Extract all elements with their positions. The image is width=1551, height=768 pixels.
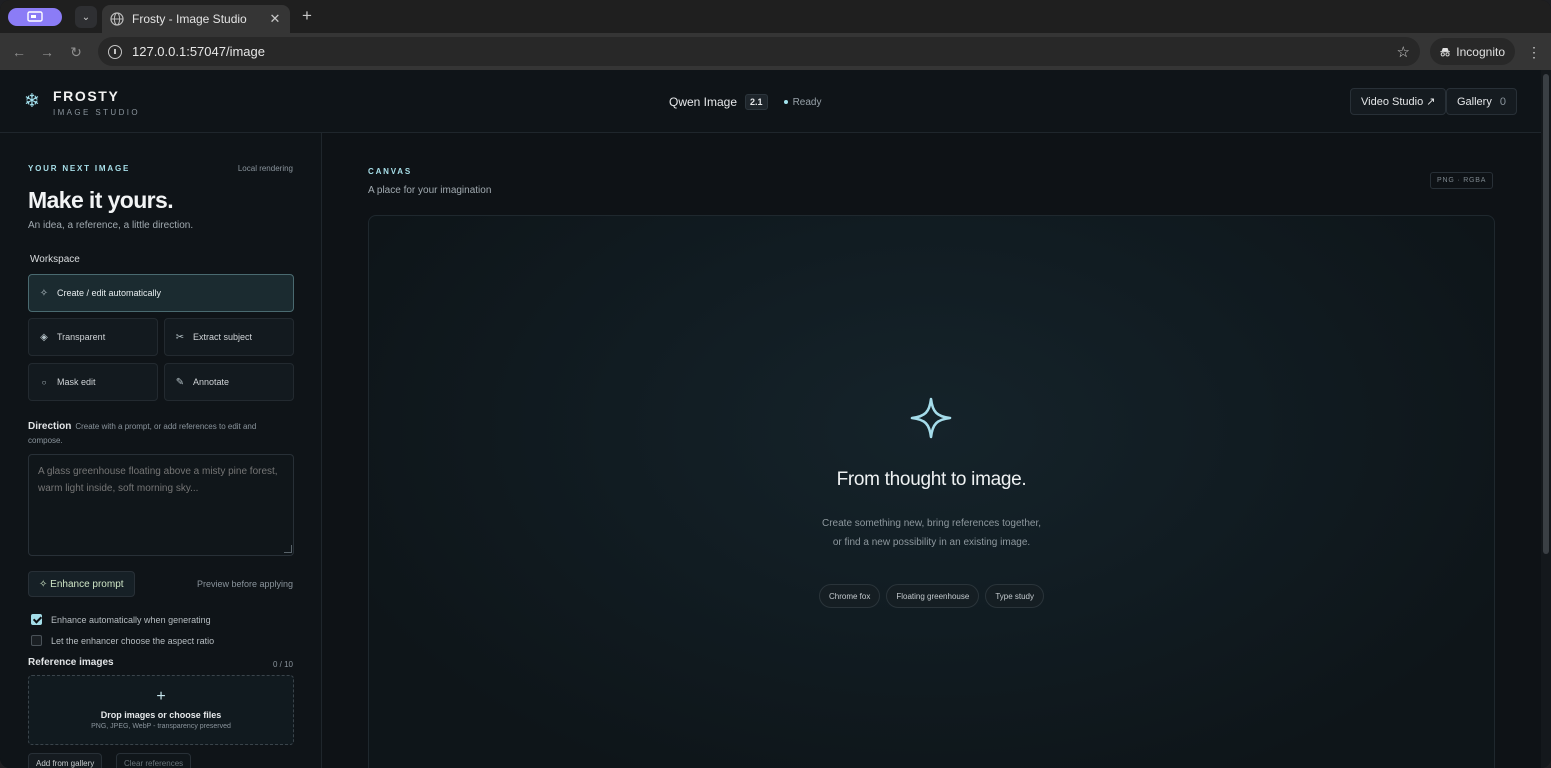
- sparkle-icon: ✧: [39, 287, 49, 299]
- workspace-annotate-button[interactable]: ✎ Annotate: [164, 363, 294, 401]
- canvas-description-line-1: Create something new, bring references t…: [821, 518, 1042, 529]
- tab-bar: ⌄ Frosty - Image Studio ✕ +: [0, 0, 1551, 33]
- url-field[interactable]: 127.0.0.1:57047/image ☆: [98, 37, 1420, 66]
- new-tab-button[interactable]: +: [298, 7, 316, 25]
- incognito-badge[interactable]: Incognito: [1430, 38, 1515, 65]
- forward-arrow-icon[interactable]: →: [37, 42, 57, 62]
- canvas-eyebrow: CANVAS: [368, 167, 412, 176]
- video-studio-button[interactable]: Video Studio ↗: [1350, 88, 1447, 115]
- hero-subtitle: An idea, a reference, a little direction…: [28, 220, 194, 231]
- incognito-label: Incognito: [1456, 44, 1505, 59]
- chip-chrome-fox[interactable]: Chrome fox: [819, 584, 881, 608]
- direction-section: Direction Create with a prompt, or add re…: [28, 420, 288, 448]
- reload-icon[interactable]: ↻: [66, 42, 86, 62]
- tab-title: Frosty - Image Studio: [132, 12, 247, 26]
- model-indicator: Qwen Image 2.1 Ready: [669, 94, 821, 110]
- clear-references-button[interactable]: Clear references: [116, 753, 192, 768]
- workspace-create-button[interactable]: ✧ Create / edit automatically: [28, 274, 294, 312]
- scissors-icon: ✂: [175, 331, 185, 343]
- brand-subtitle: IMAGE STUDIO: [53, 108, 141, 117]
- scrollbar-thumb[interactable]: [1543, 74, 1549, 554]
- workspace-create-label: Create / edit automatically: [57, 288, 162, 298]
- chip-floating-greenhouse[interactable]: Floating greenhouse: [886, 584, 980, 608]
- workspace-mask-button[interactable]: ○ Mask edit: [28, 363, 158, 401]
- reference-images-label: Reference images: [28, 657, 114, 668]
- reference-dropzone[interactable]: + Drop images or choose files PNG, JPEG,…: [28, 675, 294, 745]
- chevron-down-icon: ⌄: [81, 11, 91, 23]
- canvas-description-line-2: or find a new possibility in an existing…: [832, 537, 1031, 548]
- workspace-transparent-button[interactable]: ◈ Transparent: [28, 318, 158, 356]
- reference-count: 0 / 10: [272, 660, 293, 669]
- model-name: Qwen Image: [669, 95, 738, 109]
- circle-icon: ○: [41, 377, 47, 387]
- add-from-gallery-button[interactable]: Add from gallery: [28, 753, 103, 768]
- dropzone-title: Drop images or choose files: [100, 710, 222, 720]
- prompt-input[interactable]: [28, 454, 294, 556]
- pencil-icon: ✎: [175, 376, 185, 388]
- suggestion-chips: Chrome fox Floating greenhouse Type stud…: [369, 584, 1494, 608]
- gallery-count: 0: [1499, 95, 1506, 108]
- browser-menu-icon[interactable]: ⋮: [1527, 42, 1541, 62]
- workspace-extract-label: Extract subject: [193, 332, 253, 342]
- aspect-ratio-label: Let the enhancer choose the aspect ratio: [51, 635, 215, 646]
- sidebar-eyebrow: YOUR NEXT IMAGE: [28, 164, 131, 173]
- gallery-button[interactable]: Gallery 0: [1446, 88, 1517, 115]
- local-rendering-label: Local rendering: [237, 164, 293, 173]
- diamond-icon: ◈: [40, 331, 48, 343]
- workspace-extract-button[interactable]: ✂ Extract subject: [164, 318, 294, 356]
- sparkle-icon: [910, 397, 952, 439]
- incognito-icon: [1440, 47, 1450, 56]
- workspace-annotate-label: Annotate: [193, 377, 230, 387]
- resize-handle[interactable]: [284, 545, 292, 553]
- brand-name: FROSTY: [53, 88, 120, 104]
- canvas-title: From thought to image.: [836, 469, 1027, 490]
- dropzone-subtitle: PNG, JPEG, WebP - transparency preserved: [91, 723, 231, 730]
- sidebar: YOUR NEXT IMAGE Local rendering Make it …: [0, 133, 322, 768]
- profile-button[interactable]: [8, 8, 62, 26]
- video-studio-label: Video Studio ↗: [1361, 96, 1436, 108]
- plus-icon: +: [156, 688, 166, 705]
- enhance-auto-label: Enhance automatically when generating: [51, 614, 211, 625]
- globe-icon: [110, 12, 124, 26]
- enhance-prompt-button[interactable]: ✧ Enhance prompt: [28, 571, 135, 597]
- chip-type-study[interactable]: Type study: [985, 584, 1044, 608]
- browser-window: ⌄ Frosty - Image Studio ✕ + ← → ↻ 127.0.…: [0, 0, 1551, 768]
- preview-before-applying-toggle[interactable]: Preview before applying: [197, 579, 293, 589]
- aspect-ratio-checkbox[interactable]: [31, 635, 42, 646]
- app-header: ❄ FROSTY IMAGE STUDIO Qwen Image 2.1 Rea…: [0, 70, 1541, 133]
- canvas-subtitle: A place for your imagination: [368, 185, 492, 196]
- gallery-label: Gallery: [1457, 95, 1492, 108]
- aspect-ratio-option[interactable]: Let the enhancer choose the aspect ratio: [31, 635, 214, 646]
- snowflake-icon: ❄: [24, 91, 40, 112]
- hero-title: Make it yours.: [28, 187, 174, 213]
- profile-icon: [27, 11, 43, 22]
- tab-search-button[interactable]: ⌄: [75, 6, 97, 28]
- direction-title: Direction: [28, 421, 72, 432]
- format-badge: PNG · RGBA: [1430, 172, 1494, 189]
- site-info-icon[interactable]: [108, 44, 122, 59]
- address-bar: ← → ↻ 127.0.0.1:57047/image ☆ Incognito …: [0, 33, 1551, 70]
- app: ❄ FROSTY IMAGE STUDIO Qwen Image 2.1 Rea…: [0, 70, 1541, 768]
- workspace-mask-label: Mask edit: [57, 377, 96, 387]
- close-icon[interactable]: ✕: [268, 11, 282, 27]
- browser-tab[interactable]: Frosty - Image Studio ✕: [102, 5, 290, 33]
- enhance-auto-checkbox[interactable]: [31, 614, 42, 625]
- back-arrow-icon[interactable]: ←: [9, 42, 29, 62]
- bookmark-star-icon[interactable]: ☆: [1397, 43, 1410, 61]
- canvas-panel: From thought to image. Create something …: [368, 215, 1495, 768]
- workspace-transparent-label: Transparent: [57, 332, 106, 342]
- workspace-label: Workspace: [30, 254, 80, 265]
- enhance-auto-option[interactable]: Enhance automatically when generating: [31, 614, 211, 625]
- scrollbar[interactable]: [1541, 70, 1551, 768]
- status-text: Ready: [792, 96, 822, 108]
- model-version-badge: 2.1: [745, 94, 768, 110]
- status-dot-icon: [783, 100, 788, 104]
- url-text: 127.0.0.1:57047/image: [132, 44, 265, 59]
